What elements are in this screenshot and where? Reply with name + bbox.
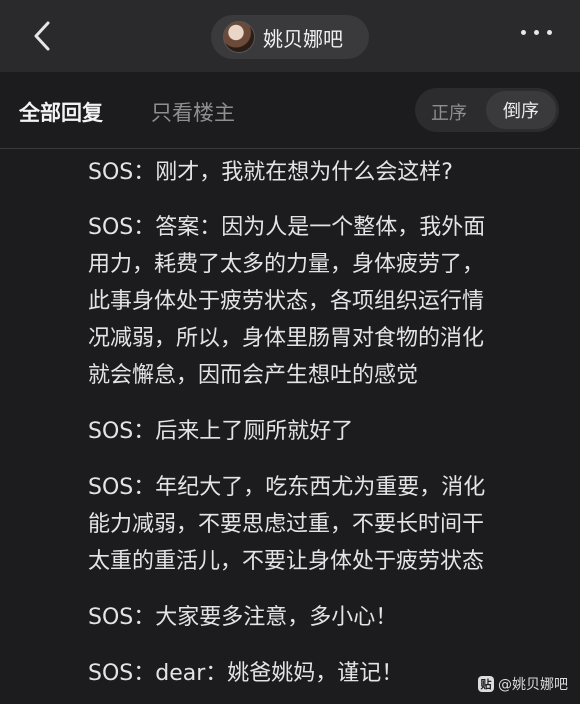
post-line: 况减弱，所以，身体里肠胃对食物的消化 [88, 326, 485, 351]
tab-all-replies[interactable]: 全部回复 [19, 97, 103, 127]
post-line: 能力减弱，不要思虑过重，不要长时间干 [88, 512, 485, 537]
post-line: SOS：dear：姚爸姚妈，谨记！ [88, 661, 404, 686]
tieba-logo-icon: 贴 [478, 676, 494, 692]
post-line: 用力，耗费了太多的力量，身体疲劳了， [88, 252, 485, 277]
post-line: SOS：大家要多注意，多小心！ [88, 605, 398, 630]
post-line: SOS：答案：因为人是一个整体，我外面 [88, 215, 486, 240]
post-line: SOS：年纪大了，吃东西尤为重要，消化 [88, 475, 486, 500]
back-chevron-icon [34, 21, 50, 51]
watermark: 贴 @姚贝娜吧 [478, 674, 568, 694]
post-line: SOS：刚才，我就在想为什么会这样? [88, 160, 453, 185]
forum-title-pill[interactable]: 姚贝娜吧 [211, 15, 369, 59]
post-line: 就会懈怠，因而会产生想吐的感觉 [88, 363, 419, 388]
sort-descending-button[interactable]: 倒序 [486, 91, 556, 129]
forum-avatar [223, 21, 255, 53]
tab-only-op[interactable]: 只看楼主 [151, 97, 235, 127]
more-dots-icon [521, 30, 526, 35]
more-dots-icon [547, 30, 552, 35]
sort-ascending-button[interactable]: 正序 [431, 99, 467, 125]
top-navigation-bar: 姚贝娜吧 [0, 0, 580, 72]
sort-toggle-group: 正序 倒序 [415, 88, 559, 132]
post-content: SOS：刚才，我就在想为什么会这样? SOS：答案：因为人是一个整体，我外面 用… [0, 148, 580, 704]
more-button[interactable] [521, 30, 552, 35]
reply-filter-bar: 全部回复 只看楼主 正序 倒序 [0, 72, 580, 149]
post-line: SOS：后来上了厕所就好了 [88, 419, 354, 444]
more-dots-icon [534, 30, 539, 35]
back-button[interactable] [24, 18, 60, 54]
watermark-text: @姚贝娜吧 [498, 677, 568, 693]
post-line: 太重的重活儿，不要让身体处于疲劳状态 [88, 549, 485, 574]
forum-name: 姚贝娜吧 [263, 26, 343, 51]
post-line: 此事身体处于疲劳状态，各项组织运行情 [88, 289, 485, 314]
